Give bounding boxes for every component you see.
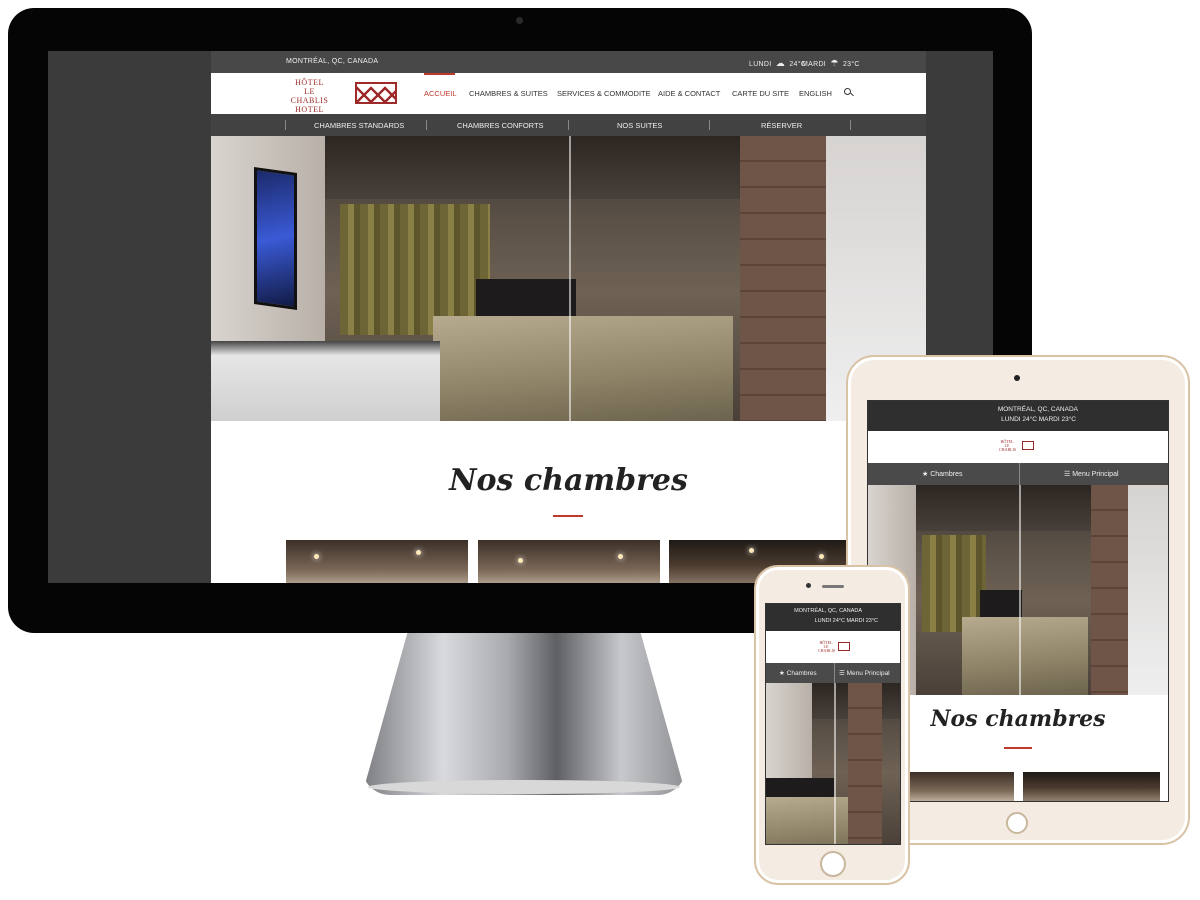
main-menu-button[interactable]: ☰ Menu Principal xyxy=(1064,470,1119,478)
subnav-chambres-standards[interactable]: CHAMBRES STANDARDS xyxy=(314,121,404,130)
nav-accueil[interactable]: ACCUEIL xyxy=(424,89,457,98)
hotel-logo[interactable]: HÔTEL LE CHABLIS xyxy=(868,431,1168,463)
top-info-bar: MONTRÉAL, QC, CANADA LUNDI 24°C MARDI 23… xyxy=(766,604,900,631)
room-subnav: CHAMBRES STANDARDS CHAMBRES CONFORTS NOS… xyxy=(211,114,926,136)
weather-text: LUNDI 24°C MARDI 23°C xyxy=(814,618,878,624)
phone-screen: MONTRÉAL, QC, CANADA LUNDI 24°C MARDI 23… xyxy=(765,603,901,845)
logo-text: HÔTEL LE CHABLIS xyxy=(999,439,1017,452)
desktop-site: MONTRÉAL, QC, CANADA LUNDI ☁ 24°C MARDI … xyxy=(211,51,926,583)
logo-mark-icon xyxy=(838,642,850,651)
nav-chambres-suites[interactable]: CHAMBRES & SUITES xyxy=(469,89,548,98)
mobile-menu-bar: ★ Chambres ☰ Menu Principal xyxy=(766,663,900,683)
rooms-menu-button[interactable]: ★ Chambres xyxy=(779,669,817,677)
location-text: MONTRÉAL, QC, CANADA xyxy=(286,58,379,65)
logo-line: LE CHABLIS xyxy=(290,87,329,105)
phone-camera xyxy=(806,583,811,588)
phone-home-button xyxy=(820,851,846,877)
tablet-camera xyxy=(1014,375,1020,381)
phone-speaker xyxy=(822,585,844,588)
search-icon[interactable] xyxy=(844,88,851,95)
location-text: MONTRÉAL, QC, CANADA xyxy=(794,608,862,614)
heading-divider xyxy=(1004,747,1032,749)
hero-room-photo xyxy=(766,683,900,844)
mobile-menu-bar: ★ Chambres ☰ Menu Principal xyxy=(868,463,1168,485)
nav-aide-contact[interactable]: AIDE & CONTACT xyxy=(658,89,720,98)
divider xyxy=(568,120,569,130)
weather-text: LUNDI 24°C MARDI 23°C xyxy=(1001,416,1076,423)
main-menu-button[interactable]: ☰ Menu Principal xyxy=(839,669,890,677)
location-text: MONTRÉAL, QC, CANADA xyxy=(997,406,1078,413)
top-info-bar: MONTRÉAL, QC, CANADA LUNDI ☁ 24°C MARDI … xyxy=(211,51,926,73)
subnav-chambres-conforts[interactable]: CHAMBRES CONFORTS xyxy=(457,121,544,130)
room-thumbnail[interactable] xyxy=(478,540,660,583)
divider xyxy=(709,120,710,130)
divider xyxy=(834,663,835,683)
responsive-mockup: MONTRÉAL, QC, CANADA LUNDI ☁ 24°C MARDI … xyxy=(0,0,1200,900)
tablet-screen: MONTRÉAL, QC, CANADA LUNDI 24°C MARDI 23… xyxy=(867,400,1169,802)
imac-camera xyxy=(516,17,523,24)
main-navbar: HÔTEL LE CHABLIS HOTEL ACCUEIL CHAMBRES … xyxy=(211,73,926,114)
nav-services-commodite[interactable]: SERVICES & COMMODITE xyxy=(557,89,651,98)
partly-cloudy-icon: ☁ xyxy=(775,58,786,68)
logo-mark-icon xyxy=(355,82,397,104)
weather-tuesday: MARDI ☂ 23°C xyxy=(802,58,860,69)
imac-stand-shadow xyxy=(368,780,680,794)
heading-divider xyxy=(553,515,583,517)
imac-stand xyxy=(362,633,686,795)
logo-line: HOTEL xyxy=(295,105,324,114)
cloud-rain-icon: ☂ xyxy=(830,58,839,68)
section-heading: Nos chambres xyxy=(449,463,688,498)
hotel-logo[interactable]: HÔTEL LE CHABLIS HOTEL xyxy=(287,78,332,114)
weather-day: LUNDI xyxy=(749,61,772,68)
logo-text: HÔTEL LE CHABLIS xyxy=(818,640,836,653)
active-nav-indicator xyxy=(424,73,455,75)
hotel-logo[interactable]: HÔTEL LE CHABLIS xyxy=(766,631,900,663)
subnav-reserver[interactable]: RÉSERVER xyxy=(761,121,802,130)
logo-line: HÔTEL xyxy=(295,78,324,87)
divider xyxy=(1019,463,1020,485)
logo-mark-icon xyxy=(1022,441,1034,450)
section-heading: Nos chambres xyxy=(930,706,1106,732)
room-thumbnail[interactable] xyxy=(286,540,468,583)
hero-room-photo xyxy=(868,485,1168,695)
hero-room-photo xyxy=(211,136,926,421)
room-thumbnail[interactable] xyxy=(1023,772,1160,801)
divider xyxy=(426,120,427,130)
tablet-home-button xyxy=(1006,812,1028,834)
weather-day: MARDI xyxy=(802,61,827,68)
weather-temp: 23°C xyxy=(842,61,860,68)
subnav-nos-suites[interactable]: NOS SUITES xyxy=(617,121,662,130)
weather-monday: LUNDI ☁ 24°C xyxy=(749,58,806,69)
divider xyxy=(285,120,286,130)
top-info-bar: MONTRÉAL, QC, CANADA LUNDI 24°C MARDI 23… xyxy=(868,401,1168,431)
rooms-menu-button[interactable]: ★ Chambres xyxy=(922,470,963,478)
nav-english[interactable]: ENGLISH xyxy=(799,89,832,98)
divider xyxy=(850,120,851,130)
nav-carte-du-site[interactable]: CARTE DU SITE xyxy=(732,89,789,98)
